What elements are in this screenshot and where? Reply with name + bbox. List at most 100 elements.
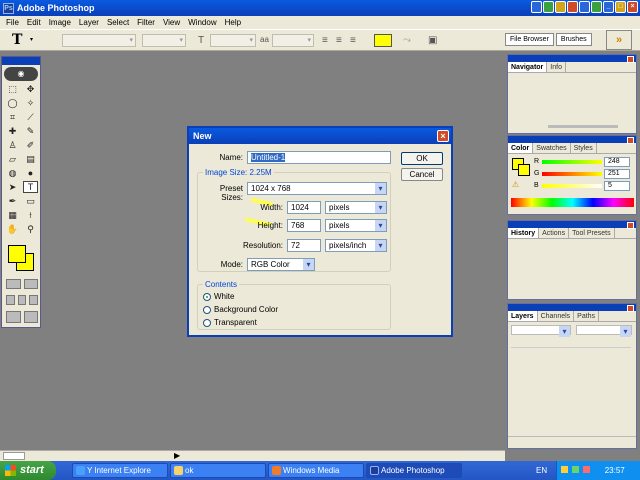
jump-to-imageready-icon[interactable] [6,311,38,323]
font-style-select[interactable] [142,34,186,47]
notes-icon[interactable]: ▦ [5,209,20,221]
color-ramp[interactable] [511,198,634,207]
font-family-select[interactable] [62,34,136,47]
menu-layer[interactable]: Layer [75,18,103,27]
color-panel-title-bar[interactable] [508,136,636,144]
r-value[interactable]: 248 [604,157,630,167]
layers-footer-buttons[interactable] [508,436,636,446]
cancel-button[interactable]: Cancel [401,168,443,181]
type-icon[interactable]: T [23,181,38,193]
pen-icon[interactable]: ✒ [5,195,20,207]
b-slider[interactable] [542,184,602,188]
menu-edit[interactable]: Edit [23,18,45,27]
layers-panel-title-bar[interactable] [508,304,636,312]
tray-icon-3[interactable] [555,1,566,13]
tab-color[interactable]: Color [508,143,534,153]
toolbox-title-bar[interactable] [2,57,40,65]
hand-icon[interactable]: ✋ [5,223,20,235]
magic-wand-icon[interactable]: ✧ [23,97,38,109]
tab-tool-presets[interactable]: Tool Presets [569,228,615,238]
gamut-warning-icon[interactable]: ⚠ [512,180,519,189]
zoom-icon[interactable]: ⚲ [23,223,38,235]
tab-swatches[interactable]: Swatches [533,143,571,153]
lasso-icon[interactable]: ◯ [5,97,20,109]
tab-actions[interactable]: Actions [539,228,570,238]
height-input[interactable]: 768 [287,219,321,232]
tab-navigator[interactable]: Navigator [508,62,548,72]
r-slider[interactable] [542,160,602,164]
palettes-toggle-icon[interactable]: ▣ [428,35,437,46]
menu-window[interactable]: Window [184,18,220,27]
tray-icon-5[interactable] [579,1,590,13]
move-icon[interactable]: ✥ [23,83,38,95]
crop-icon[interactable]: ⌗ [5,111,20,123]
ok-button[interactable]: OK [401,152,443,165]
dialog-title-bar[interactable]: New × [189,128,451,144]
task-windows-media-player[interactable]: Windows Media Player [268,463,364,480]
task-internet-explorer[interactable]: Y Internet Explore [72,463,168,478]
history-panel-title-bar[interactable] [508,221,636,229]
menu-select[interactable]: Select [103,18,133,27]
stamp-icon[interactable]: ♙ [5,139,20,151]
gradient-icon[interactable]: ▤ [23,153,38,165]
tray-icon-1[interactable] [531,1,542,13]
warp-text-icon[interactable]: ⤳ [403,35,411,46]
task-folder-ok[interactable]: ok [170,463,266,478]
text-color-swatch[interactable] [374,34,392,47]
tab-info[interactable]: Info [547,62,566,72]
tray-icon-2[interactable] [543,1,554,13]
zoom-level-field[interactable] [3,452,25,460]
contents-white-radio[interactable]: White [203,292,234,301]
tray-network-icon[interactable] [572,466,580,473]
zoom-slider[interactable] [548,125,618,128]
tab-history[interactable]: History [508,228,540,238]
tray-security-icon[interactable] [583,466,591,473]
preset-sizes-select[interactable]: 1024 x 768 [247,182,387,195]
g-slider[interactable] [542,172,602,176]
dodge-icon[interactable]: ● [23,167,38,179]
menu-file[interactable]: File [2,18,23,27]
language-indicator[interactable]: EN [536,461,547,480]
width-unit-select[interactable]: pixels [325,201,387,214]
status-menu-arrow-icon[interactable]: ▶ [174,451,180,460]
color-background-swatch[interactable] [518,164,530,176]
tray-app-icon[interactable] [561,466,568,473]
quick-mask-buttons[interactable] [6,279,38,289]
eraser-icon[interactable]: ▱ [5,153,20,165]
resolution-unit-select[interactable]: pixels/inch [325,239,387,252]
palette-tab-file-browser[interactable]: File Browser [505,33,554,46]
b-value[interactable]: 5 [604,181,630,191]
opacity-field[interactable] [576,325,632,337]
slice-icon[interactable]: ⟋ [23,111,38,123]
menu-view[interactable]: View [159,18,184,27]
foreground-color-swatch[interactable] [8,245,26,263]
contents-background-radio[interactable]: Background Color [203,305,278,314]
tab-paths[interactable]: Paths [574,311,600,321]
antialias-select[interactable] [272,34,314,47]
mode-select[interactable]: RGB Color [247,258,315,271]
blend-mode-select[interactable] [511,325,571,337]
eyedropper-icon[interactable]: ⟊ [23,209,38,221]
brush-icon[interactable]: ✎ [23,125,38,137]
healing-icon[interactable]: ✚ [5,125,20,137]
height-unit-select[interactable]: pixels [325,219,387,232]
tool-preset-chevron-icon[interactable]: ▾ [30,36,33,43]
palette-tab-brushes[interactable]: Brushes [555,33,592,46]
minimize-icon[interactable]: _ [603,1,614,13]
tab-styles[interactable]: Styles [571,143,597,153]
history-brush-icon[interactable]: ✐ [23,139,38,151]
tab-channels[interactable]: Channels [538,311,575,321]
palette-well-expand-icon[interactable]: » [606,30,632,50]
dialog-close-icon[interactable]: × [437,130,449,142]
close-icon[interactable]: × [627,1,638,13]
start-button[interactable]: start [0,461,56,480]
adobe-online-icon[interactable]: ◉ [4,67,38,81]
task-adobe-photoshop[interactable]: Adobe Photoshop [366,463,462,478]
contents-transparent-radio[interactable]: Transparent [203,318,257,327]
shape-icon[interactable]: ▭ [23,195,38,207]
menu-filter[interactable]: Filter [133,18,159,27]
menu-help[interactable]: Help [221,18,245,27]
type-tool-icon[interactable]: T [12,32,22,48]
menu-image[interactable]: Image [45,18,75,27]
align-center-icon[interactable]: ≡ [336,35,342,46]
